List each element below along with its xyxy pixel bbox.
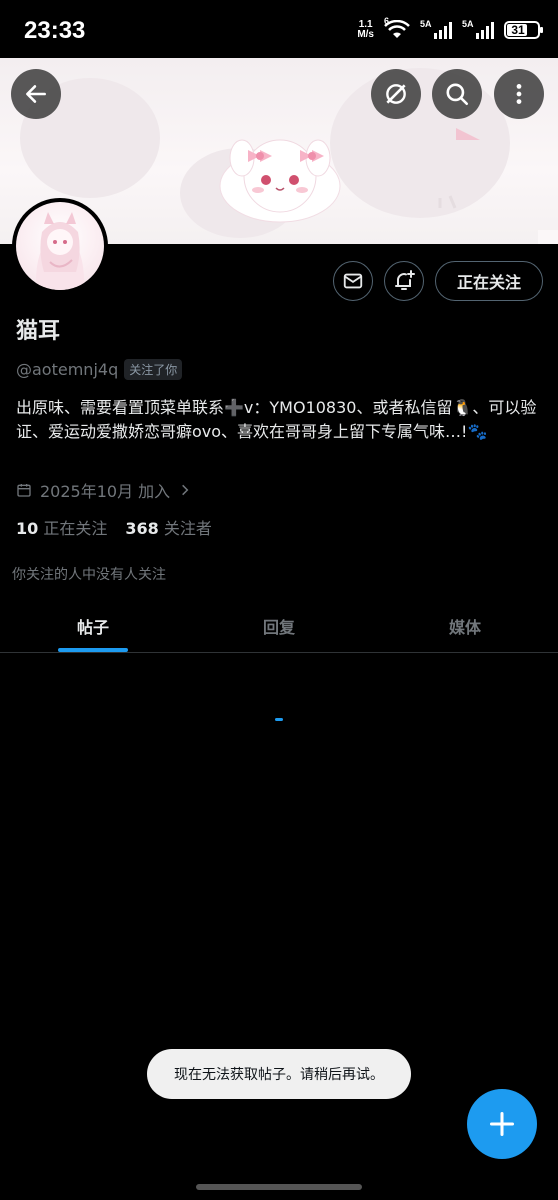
tab-media[interactable]: 媒体 [372,600,558,652]
wifi-icon: 6 [384,16,410,40]
display-name: 猫耳 [16,319,61,344]
signal-icon-sim1: 5A [420,19,452,39]
search-icon [446,83,469,106]
status-bar: 23:33 1.1 M/s 6 5A 5A 31 [0,0,558,62]
loading-indicator [275,718,283,721]
status-time: 23:33 [24,17,86,44]
chevron-right-icon [182,484,189,496]
search-button[interactable] [432,69,482,119]
profile-screen: 23:33 1.1 M/s 6 5A 5A 31 正在关注 猫耳 @aotemn… [0,0,558,1200]
grok-button[interactable] [371,69,421,119]
calendar-icon [17,484,31,497]
battery-icon: 31 [504,21,543,39]
followers-stat[interactable]: 368 关注者 [125,515,212,539]
grok-icon [386,84,406,104]
avatar-artwork [35,212,85,290]
handle-row: @aotemnj4q 关注了你 [16,359,183,380]
error-toast: 现在无法获取帖子。请稍后再试。 [147,1049,411,1099]
joined-date: 2025年10月 加入 [40,482,171,501]
back-button[interactable] [11,69,61,119]
profile-tabs: 帖子 回复 媒体 [0,600,558,653]
follow-stats: 10 正在关注 368 关注者 [16,515,212,539]
following-button[interactable]: 正在关注 [435,261,543,301]
status-icons: 1.1 M/s 6 5A 5A 31 [357,16,543,40]
following-stat[interactable]: 10 正在关注 [16,515,107,539]
tab-replies[interactable]: 回复 [186,600,372,652]
joined-date-row[interactable]: 2025年10月 加入 [16,478,192,502]
compose-button[interactable] [467,1089,537,1159]
notify-button[interactable] [384,261,424,301]
bell-plus-icon [395,270,415,290]
followers-you-know[interactable]: 你关注的人中没有人关注 [12,564,166,584]
signal-icon-sim2: 5A [462,19,494,39]
plus-icon [489,1111,515,1137]
mail-icon [343,273,363,289]
net-speed: 1.1 M/s [357,19,374,40]
more-button[interactable] [494,69,544,119]
arrow-left-icon [26,85,46,103]
message-button[interactable] [333,261,373,301]
avatar[interactable] [12,198,108,294]
home-indicator[interactable] [196,1184,362,1190]
tab-posts[interactable]: 帖子 [0,600,186,652]
user-handle: @aotemnj4q [16,360,119,379]
profile-bio: 出原味、需要看置顶菜单联系➕v：YMO10830、或者私信留🐧、可以验证、爱运动… [16,398,537,441]
more-vertical-icon [516,84,522,104]
follows-you-badge: 关注了你 [124,359,183,380]
